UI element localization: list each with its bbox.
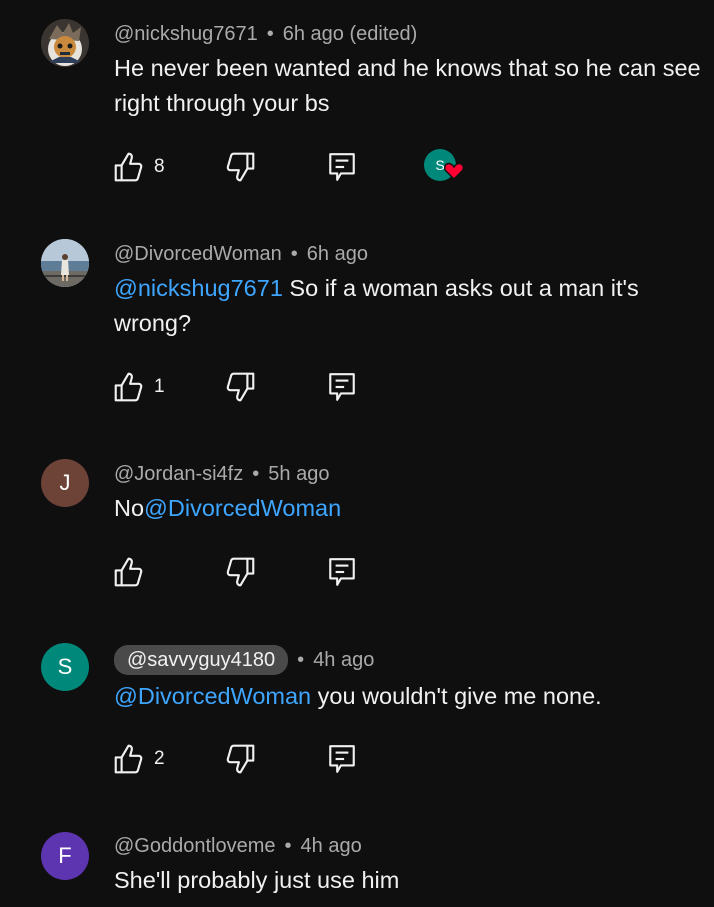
comment-text: @nickshug7671 So if a woman asks out a m… <box>114 271 704 341</box>
dislike-button[interactable] <box>226 742 256 776</box>
timestamp[interactable]: 4h ago <box>301 835 362 858</box>
comment-text-content: you wouldn't give me none. <box>311 683 602 709</box>
dislike-icon <box>226 556 256 588</box>
dislike-button[interactable] <box>226 370 256 404</box>
comment-text: @DivorcedWoman you wouldn't give me none… <box>114 679 704 714</box>
timestamp[interactable]: 5h ago <box>268 463 329 486</box>
dislike-button[interactable] <box>226 555 256 589</box>
like-button[interactable]: 8 <box>113 150 165 184</box>
dislike-button[interactable] <box>226 150 256 184</box>
avatar-image <box>41 239 89 287</box>
like-count: 2 <box>154 748 165 769</box>
separator: • <box>290 242 298 265</box>
like-button[interactable] <box>113 555 143 589</box>
comment-meta: @savvyguy4180 • 4h ago <box>114 645 374 675</box>
author-name[interactable]: @DivorcedWoman <box>114 243 282 266</box>
reply-icon <box>327 371 357 403</box>
heart-icon <box>444 162 464 180</box>
dislike-icon <box>226 371 256 403</box>
author-name[interactable]: @Jordan-si4fz <box>114 463 243 486</box>
comment-text: She'll probably just use him <box>114 867 400 893</box>
comment-meta: @Jordan-si4fz • 5h ago <box>114 460 329 488</box>
like-count: 8 <box>154 156 165 177</box>
author-name-highlighted[interactable]: @savvyguy4180 <box>114 645 289 675</box>
reply-icon <box>327 151 357 183</box>
reply-button[interactable] <box>327 150 357 184</box>
like-icon <box>113 556 143 588</box>
reply-icon <box>327 556 357 588</box>
mention-link[interactable]: @DivorcedWoman <box>114 683 311 709</box>
comment-meta: @DivorcedWoman • 6h ago <box>114 240 368 268</box>
timestamp[interactable]: 4h ago <box>313 649 374 672</box>
avatar[interactable]: J <box>41 459 89 507</box>
separator: • <box>252 462 260 485</box>
comment-text: No@DivorcedWoman <box>114 491 704 526</box>
comment-meta: @Goddontloveme • 4h ago <box>114 832 362 860</box>
separator: • <box>297 648 305 671</box>
like-button[interactable]: 1 <box>113 370 165 404</box>
avatar[interactable] <box>41 19 89 67</box>
mention-link[interactable]: @DivorcedWoman <box>144 495 341 521</box>
author-name[interactable]: @nickshug7671 <box>114 23 258 46</box>
timestamp[interactable]: 6h ago <box>307 243 368 266</box>
separator: • <box>266 22 274 45</box>
like-icon <box>113 151 143 183</box>
reply-button[interactable] <box>327 742 357 776</box>
comment-meta: @nickshug7671 • 6h ago (edited) <box>114 20 417 48</box>
avatar[interactable]: F <box>41 832 89 880</box>
mention-link[interactable]: @nickshug7671 <box>114 275 283 301</box>
avatar[interactable] <box>41 239 89 287</box>
comment-text-content: No <box>114 495 145 521</box>
like-count: 1 <box>154 376 165 397</box>
author-name[interactable]: @Goddontloveme <box>114 835 276 858</box>
dislike-icon <box>226 743 256 775</box>
avatar[interactable]: S <box>41 643 89 691</box>
like-icon <box>113 743 143 775</box>
reply-button[interactable] <box>327 555 357 589</box>
reply-icon <box>327 743 357 775</box>
like-button[interactable]: 2 <box>113 742 165 776</box>
timestamp[interactable]: 6h ago (edited) <box>283 23 418 46</box>
like-icon <box>113 371 143 403</box>
reply-button[interactable] <box>327 370 357 404</box>
avatar-image <box>41 19 89 67</box>
dislike-icon <box>226 151 256 183</box>
creator-heart: S <box>424 149 468 185</box>
comment-text: He never been wanted and he knows that s… <box>114 55 701 116</box>
separator: • <box>284 834 292 857</box>
